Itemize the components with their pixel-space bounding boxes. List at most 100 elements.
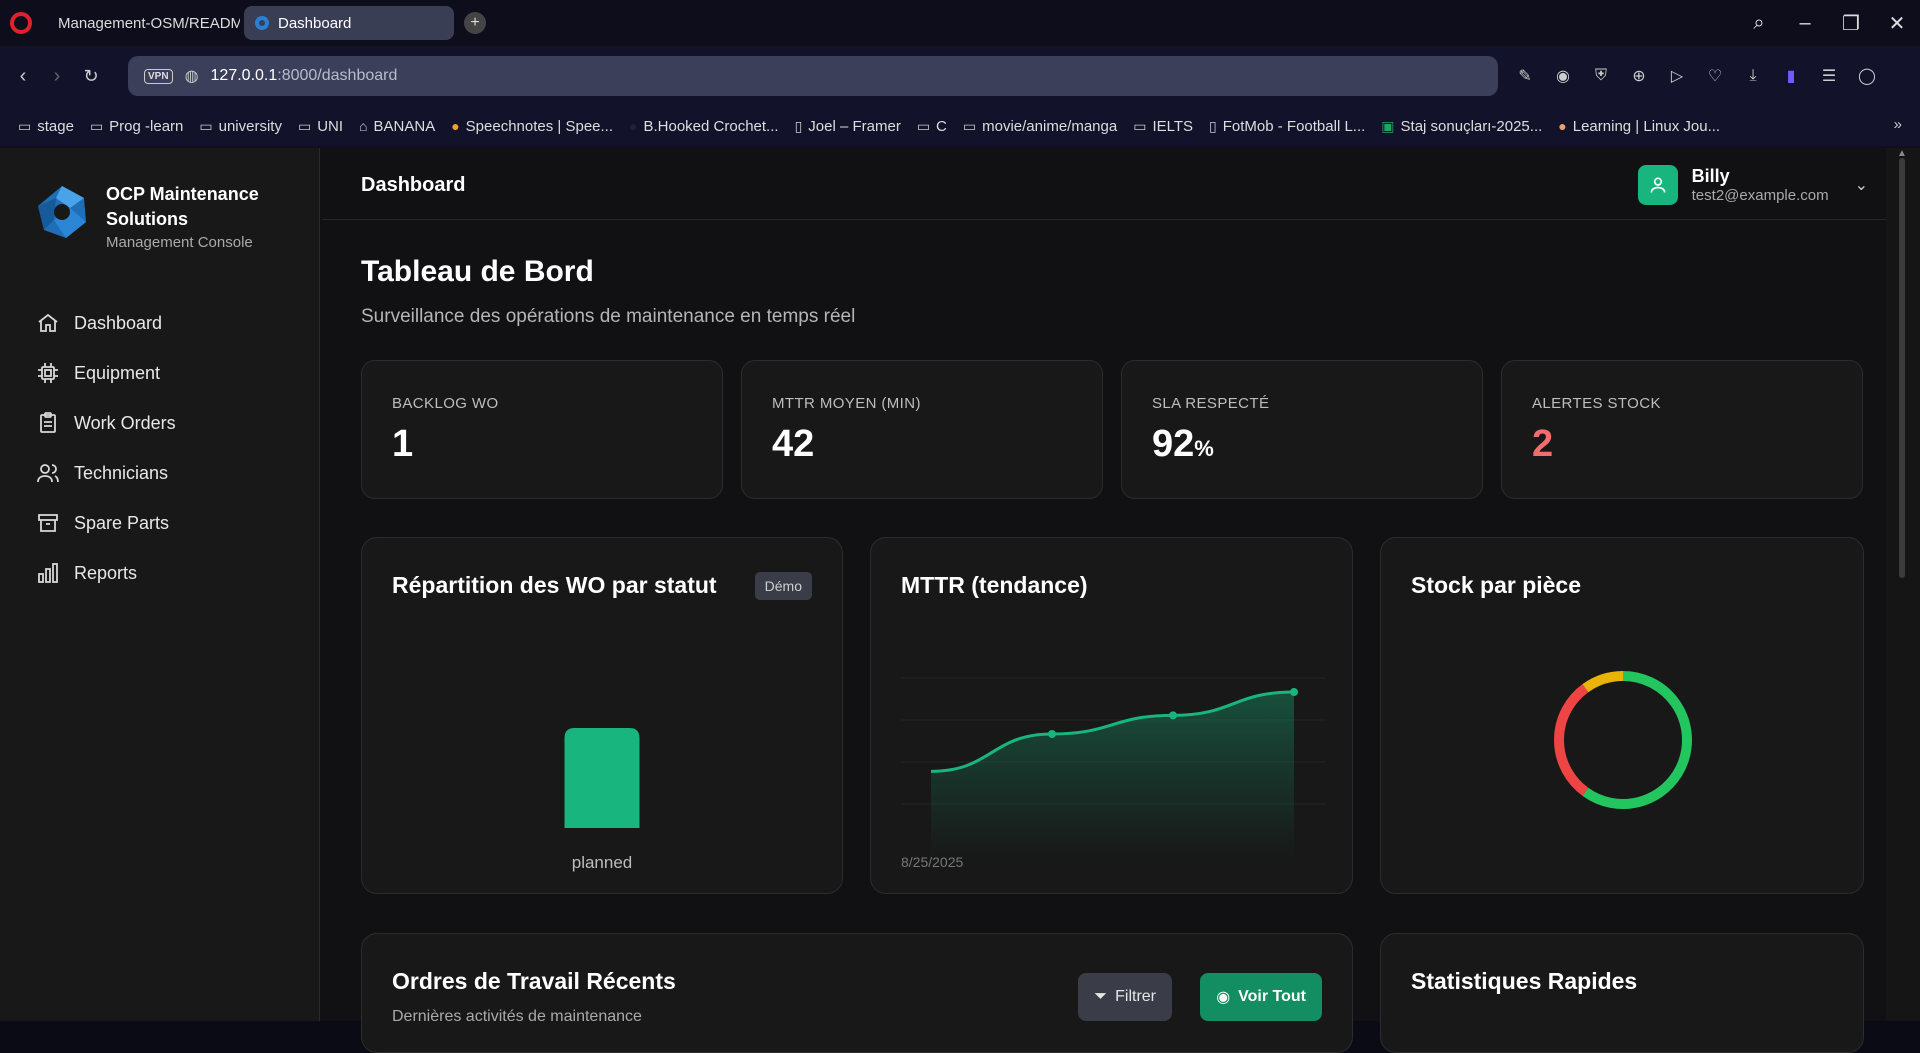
reload-icon[interactable]: ↻: [74, 66, 108, 87]
sidebar-item-work-orders[interactable]: Work Orders: [36, 398, 176, 448]
bookmark-label: Learning | Linux Jou...: [1572, 117, 1721, 135]
card-title: Statistiques Rapides: [1411, 968, 1638, 994]
sidebar-item-label: Technicians: [74, 462, 169, 483]
card-title: Stock par pièce: [1411, 572, 1582, 598]
view-all-button[interactable]: ◉ Voir Tout: [1200, 973, 1322, 1021]
search-icon[interactable]: ⌕: [1736, 12, 1782, 35]
page-scrollbar[interactable]: ▲: [1886, 148, 1920, 1021]
home-icon: [38, 313, 58, 332]
download-icon[interactable]: ⤓: [1743, 67, 1763, 85]
kpi-label: MTTR MOYEN (MIN): [772, 395, 921, 412]
sidebar-item-equipment[interactable]: Equipment: [36, 348, 176, 398]
avatar: [1637, 165, 1678, 205]
battery-icon[interactable]: ▮: [1781, 66, 1801, 86]
kpi-value: 1: [392, 423, 413, 466]
sidebar-item-label: Reports: [74, 562, 138, 583]
camera-icon[interactable]: ◉: [1553, 66, 1573, 86]
chip-icon: [38, 363, 58, 383]
sidebar-item-dashboard[interactable]: Dashboard: [36, 298, 176, 348]
back-icon[interactable]: ‹: [6, 65, 40, 88]
url-path: :8000/dashboard: [277, 67, 398, 84]
tab-label: Dashboard: [278, 14, 352, 32]
send-icon[interactable]: ▷: [1667, 66, 1687, 86]
bookmark-item[interactable]: ▭ university: [199, 118, 282, 135]
maximize-icon[interactable]: ❐: [1828, 11, 1874, 36]
tab-bar: Management-OSM/README Dashboard + ⌕ – ❐ …: [0, 0, 1920, 46]
filter-icon: ⏷: [1094, 988, 1108, 1005]
sidebar-item-spare-parts[interactable]: Spare Parts: [36, 498, 176, 548]
bookmark-label: university: [218, 117, 282, 135]
bookmark-item[interactable]: ▭ C: [917, 118, 947, 135]
eye-icon: ◉: [1216, 989, 1231, 1006]
mttr-point: [1290, 688, 1298, 696]
x-tick-label: 8/25/2025: [901, 854, 963, 870]
profile-icon[interactable]: ◯: [1857, 66, 1877, 86]
kpi-card-mttr: MTTR MOYEN (MIN) 42: [741, 360, 1103, 499]
bar-planned: [564, 728, 640, 828]
bookmark-label: stage: [37, 117, 74, 135]
translate-icon[interactable]: ⊕: [1629, 66, 1649, 86]
tab-readme[interactable]: Management-OSM/README: [40, 6, 240, 40]
kpi-number: 1: [392, 423, 414, 465]
wo-status-bar-chart: planned: [564, 728, 640, 872]
sidebar-item-reports[interactable]: Reports: [36, 548, 176, 598]
bookmark-label: C: [936, 117, 947, 135]
bookmark-label: Speechnotes | Spee...: [465, 117, 614, 135]
bookmark-item[interactable]: ▭ stage: [18, 118, 74, 135]
header-title: Dashboard: [361, 174, 466, 196]
donut-slice: [1582, 671, 1624, 693]
folder-icon: ▭: [962, 117, 977, 134]
bookmark-item[interactable]: ▯ FotMob - Football L...: [1209, 118, 1365, 135]
chevron-down-icon[interactable]: ⌄: [1855, 175, 1868, 195]
opera-logo-icon[interactable]: [10, 12, 32, 34]
settings-sliders-icon[interactable]: ☰: [1819, 66, 1839, 86]
bookmark-item[interactable]: ▯ Joel – Framer: [795, 118, 901, 135]
bookmark-item[interactable]: ▭ IELTS: [1133, 118, 1193, 135]
bookmark-item[interactable]: ▭ Prog -learn: [90, 118, 183, 135]
bookmark-item[interactable]: ▣ Staj sonuçları-2025...: [1381, 118, 1542, 135]
site-icon: ●: [629, 118, 638, 134]
more-bookmarks-icon[interactable]: »: [1894, 116, 1902, 133]
heart-icon[interactable]: ♡: [1705, 66, 1725, 86]
quick-stats-card: Statistiques Rapides: [1380, 933, 1864, 1053]
scrollbar-thumb[interactable]: [1899, 158, 1905, 578]
recent-work-orders-card: Ordres de Travail Récents Dernières acti…: [361, 933, 1353, 1053]
user-menu[interactable]: Billy test2@example.com ⌄: [1637, 165, 1868, 205]
clipboard-icon: [40, 412, 56, 433]
forward-icon[interactable]: ›: [40, 65, 74, 88]
sidebar-item-technicians[interactable]: Technicians: [36, 448, 176, 498]
sidebar-item-label: Work Orders: [74, 412, 176, 433]
app-logo-icon: [38, 186, 86, 238]
bookmark-item[interactable]: ● Speechnotes | Spee...: [451, 118, 613, 135]
shield-icon[interactable]: ⛨: [1591, 67, 1611, 85]
kpi-number: 42: [772, 423, 815, 465]
folder-icon: ▭: [89, 117, 104, 134]
minimize-icon[interactable]: –: [1782, 12, 1828, 35]
close-icon[interactable]: ✕: [1874, 11, 1920, 36]
filter-button[interactable]: ⏷ Filtrer: [1078, 973, 1172, 1021]
bookmark-item[interactable]: ▭ movie/anime/manga: [963, 118, 1117, 135]
users-icon: [37, 464, 59, 483]
bookmark-item[interactable]: ▭ UNI: [298, 118, 343, 135]
new-tab-button[interactable]: +: [464, 12, 486, 34]
mttr-area: [931, 692, 1294, 858]
sidebar-item-label: Dashboard: [74, 312, 163, 333]
vpn-badge[interactable]: VPN: [144, 68, 173, 84]
mttr-point: [1169, 711, 1177, 720]
bookmark-label: B.Hooked Crochet...: [643, 117, 779, 135]
address-bar[interactable]: VPN ◍ 127.0.0.1:8000/dashboard: [128, 56, 1498, 96]
brand-subtitle: Management Console: [106, 234, 253, 251]
main-content: Tableau de Bord Surveillance des opérati…: [322, 221, 1886, 1053]
bookmark-label: movie/anime/manga: [982, 117, 1118, 135]
donut-slice: [1582, 671, 1692, 809]
tab-dashboard[interactable]: Dashboard: [244, 6, 454, 40]
bookmark-item[interactable]: ⌂ BANANA: [359, 118, 435, 135]
page-subtitle: Surveillance des opérations de maintenan…: [361, 306, 856, 327]
bookmarks-bar: ▭ stage ▭ Prog -learn ▭ university ▭ UNI ⌂ BA…: [0, 106, 1920, 146]
card-subtitle: Dernières activités de maintenance: [392, 1008, 642, 1025]
bookmark-item[interactable]: ● Learning | Linux Jou...: [1558, 118, 1720, 135]
edit-icon[interactable]: ✎: [1515, 66, 1535, 86]
address-row: ‹ › ↻ VPN ◍ 127.0.0.1:8000/dashboard ✎ ◉…: [0, 46, 1920, 106]
brand-name: OCP Maintenance Solutions: [106, 184, 259, 229]
bookmark-item[interactable]: ● B.Hooked Crochet...: [629, 118, 779, 135]
